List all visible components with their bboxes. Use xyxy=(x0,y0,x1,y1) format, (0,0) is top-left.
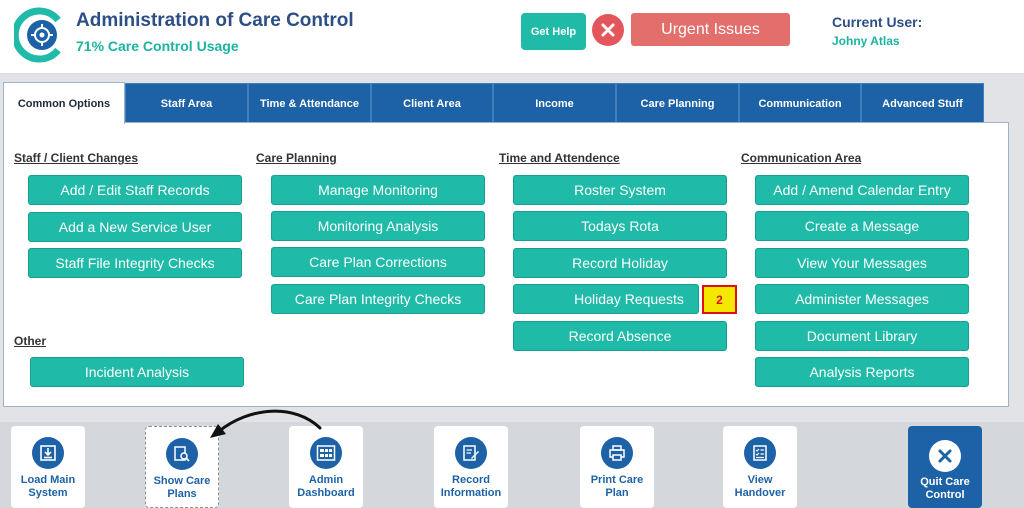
incident-analysis-button[interactable]: Incident Analysis xyxy=(30,357,244,387)
monitoring-analysis-button[interactable]: Monitoring Analysis xyxy=(271,211,485,241)
close-icon[interactable] xyxy=(592,14,624,46)
section-staff-client-changes: Staff / Client Changes xyxy=(14,151,139,165)
administer-messages-button[interactable]: Administer Messages xyxy=(755,284,969,314)
tab-staff-area[interactable]: Staff Area xyxy=(125,83,248,123)
urgent-issues-button[interactable]: Urgent Issues xyxy=(631,13,790,46)
tab-advanced-stuff[interactable]: Advanced Stuff xyxy=(861,83,984,123)
roster-system-button[interactable]: Roster System xyxy=(513,175,727,205)
checklist-icon xyxy=(744,437,776,469)
section-time-attendance: Time and Attendence xyxy=(499,151,620,165)
section-care-planning: Care Planning xyxy=(256,151,337,165)
app-logo xyxy=(11,6,66,64)
tab-care-planning[interactable]: Care Planning xyxy=(616,83,739,123)
document-library-button[interactable]: Document Library xyxy=(755,321,969,351)
quit-care-control-button[interactable]: Quit Care Control xyxy=(908,426,982,508)
staff-file-integrity-checks-button[interactable]: Staff File Integrity Checks xyxy=(28,248,242,278)
tool-label: Admin Dashboard xyxy=(297,474,355,499)
todays-rota-button[interactable]: Todays Rota xyxy=(513,211,727,241)
view-your-messages-button[interactable]: View Your Messages xyxy=(755,248,969,278)
create-message-button[interactable]: Create a Message xyxy=(755,211,969,241)
add-edit-staff-records-button[interactable]: Add / Edit Staff Records xyxy=(28,175,242,205)
tool-label: View Handover xyxy=(734,474,786,499)
tab-income[interactable]: Income xyxy=(493,83,616,123)
tab-time-attendance[interactable]: Time & Attendance xyxy=(248,83,371,123)
print-care-plan-button[interactable]: Print Care Plan xyxy=(580,426,654,508)
tab-communication[interactable]: Communication xyxy=(739,83,861,123)
analysis-reports-button[interactable]: Analysis Reports xyxy=(755,357,969,387)
record-holiday-button[interactable]: Record Holiday xyxy=(513,248,727,278)
tab-client-area[interactable]: Client Area xyxy=(371,83,493,123)
search-document-icon xyxy=(166,438,198,470)
record-absence-button[interactable]: Record Absence xyxy=(513,321,727,351)
edit-document-icon xyxy=(455,437,487,469)
add-amend-calendar-entry-button[interactable]: Add / Amend Calendar Entry xyxy=(755,175,969,205)
download-icon xyxy=(32,437,64,469)
add-new-service-user-button[interactable]: Add a New Service User xyxy=(28,212,242,242)
manage-monitoring-button[interactable]: Manage Monitoring xyxy=(271,175,485,205)
care-plan-corrections-button[interactable]: Care Plan Corrections xyxy=(271,247,485,277)
section-other: Other xyxy=(14,334,47,348)
annotation-arrow xyxy=(210,409,322,438)
tab-common-options[interactable]: Common Options xyxy=(3,82,125,124)
tool-label: Show Care Plans xyxy=(153,475,211,500)
printer-icon xyxy=(601,437,633,469)
tool-label: Record Information xyxy=(440,474,502,499)
load-main-system-button[interactable]: Load Main System xyxy=(11,426,85,508)
holiday-requests-count-badge: 2 xyxy=(702,285,737,314)
tool-label: Load Main System xyxy=(20,474,76,499)
current-user-label: Current User: xyxy=(832,14,923,30)
record-information-button[interactable]: Record Information xyxy=(434,426,508,508)
tool-label: Print Care Plan xyxy=(590,474,644,499)
view-handover-button[interactable]: View Handover xyxy=(723,426,797,508)
section-communication-area: Communication Area xyxy=(741,151,862,165)
holiday-requests-button[interactable]: Holiday Requests xyxy=(513,284,699,314)
care-plan-integrity-checks-button[interactable]: Care Plan Integrity Checks xyxy=(271,284,485,314)
tool-label: Quit Care Control xyxy=(920,476,970,501)
usage-indicator: 71% Care Control Usage xyxy=(76,38,239,54)
header: Administration of Care Control 71% Care … xyxy=(0,0,1024,74)
get-help-button[interactable]: Get Help xyxy=(521,13,586,50)
app-title: Administration of Care Control xyxy=(76,10,354,31)
current-user-name: Johny Atlas xyxy=(832,34,900,48)
close-icon xyxy=(929,440,961,472)
